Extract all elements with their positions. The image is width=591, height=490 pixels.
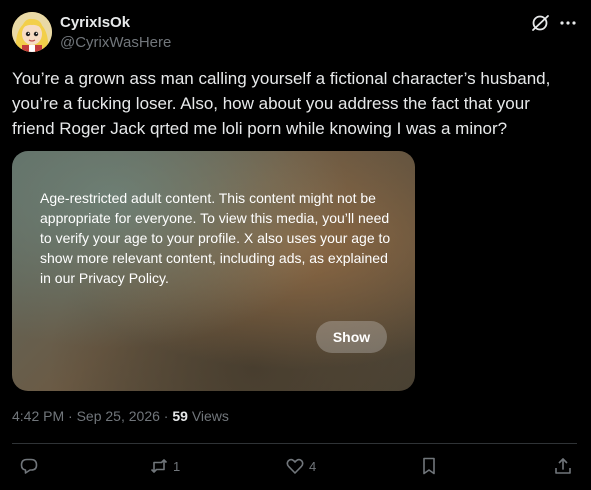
show-media-button[interactable]: Show (316, 321, 387, 353)
like-icon (286, 458, 304, 474)
author-handle[interactable]: @CyrixWasHere (60, 34, 171, 51)
grok-icon[interactable] (529, 12, 551, 34)
views-count: 59 (172, 408, 188, 424)
meta-separator: · (159, 408, 173, 424)
views-label: Views (191, 408, 229, 424)
reply-icon (20, 458, 38, 474)
tweet-meta: 4:42 PM · Sep 25, 2026 · 59 Views (12, 408, 229, 424)
share-icon (555, 458, 571, 474)
bookmark-icon (423, 457, 435, 475)
bookmark-button[interactable] (419, 456, 439, 476)
avatar-image (12, 12, 52, 52)
media-warning-text: Age-restricted adult content. This conte… (40, 190, 391, 286)
repost-button[interactable]: 1 (149, 456, 180, 476)
divider (12, 443, 577, 444)
repost-icon (150, 459, 168, 473)
repost-count: 1 (173, 458, 181, 474)
like-count: 4 (309, 458, 317, 474)
more-options-icon[interactable] (557, 12, 579, 34)
author-display-name[interactable]: CyrixIsOk (60, 14, 130, 31)
tweet-text: You’re a grown ass man calling yourself … (12, 69, 551, 138)
tweet-time[interactable]: 4:42 PM (12, 408, 64, 424)
reply-button[interactable] (19, 456, 43, 476)
avatar[interactable] (12, 12, 52, 52)
share-button[interactable] (553, 456, 573, 476)
meta-separator: · (64, 408, 77, 424)
tweet-date[interactable]: Sep 25, 2026 (77, 408, 160, 424)
like-button[interactable]: 4 (285, 456, 316, 476)
age-restricted-media: Age-restricted adult content. This conte… (12, 151, 415, 391)
